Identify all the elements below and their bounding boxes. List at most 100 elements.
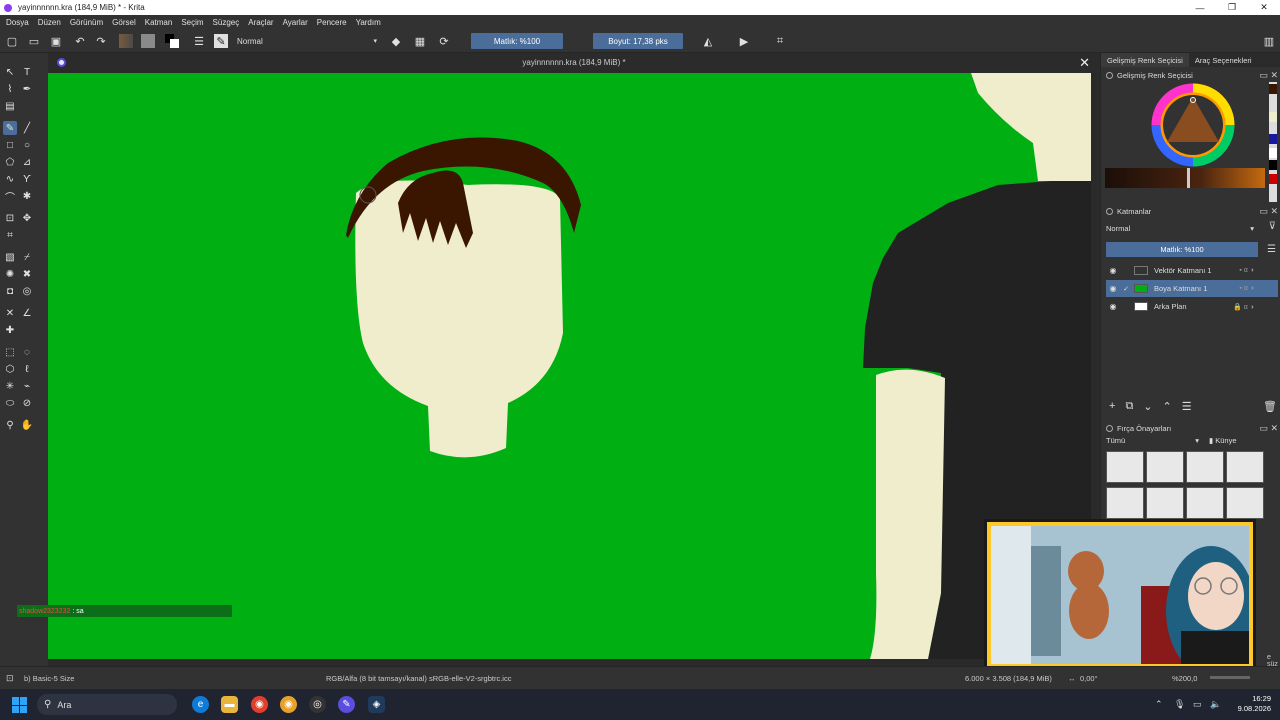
brush-settings-icon[interactable]: ☰ <box>192 34 206 48</box>
menu-settings[interactable]: Ayarlar <box>283 18 308 27</box>
pattern-swatch[interactable] <box>141 34 155 48</box>
select-shape-icon[interactable]: ↖ <box>3 65 17 79</box>
menu-edit[interactable]: Düzen <box>38 18 61 27</box>
rectangle-tool-icon[interactable]: □ <box>3 138 17 152</box>
zoom-slider[interactable] <box>1210 676 1250 679</box>
drawing-canvas[interactable] <box>48 73 1091 659</box>
panel-close-icon[interactable]: ▭ ✕ <box>1259 70 1278 81</box>
maximize-button[interactable]: ❐ <box>1216 0 1248 15</box>
delete-layer-icon[interactable]: 🗑 <box>1263 400 1277 414</box>
edge-browser-icon[interactable]: e <box>192 696 209 713</box>
bezier-tool-icon[interactable]: ∿ <box>3 172 17 186</box>
brush-preset[interactable] <box>1226 487 1264 519</box>
edit-shapes-icon[interactable]: ⌇ <box>3 82 17 96</box>
layer-row[interactable]: ◉ Vektör Katmanı 1 ▪ α ◑ <box>1106 262 1278 279</box>
tab-tool-options[interactable]: Araç Seçenekleri <box>1189 53 1258 67</box>
menu-window[interactable]: Pencere <box>317 18 347 27</box>
visual-studio-icon[interactable]: ◈ <box>368 696 385 713</box>
visibility-eye-icon[interactable]: ◉ <box>1106 302 1120 311</box>
panel-close-icon[interactable]: ▭ ✕ <box>1259 423 1278 434</box>
opacity-slider[interactable]: Matlık: %100 <box>471 33 563 49</box>
color-wheel[interactable] <box>1101 82 1280 202</box>
document-title[interactable]: yayinnnnnn.kra (184,9 MiB) * <box>48 58 1100 67</box>
crop-tool-icon[interactable]: ⌗ <box>3 228 17 242</box>
polyline-tool-icon[interactable]: ⊿ <box>20 155 34 169</box>
mirror-vertical-icon[interactable]: ▶ <box>737 34 751 48</box>
save-icon[interactable]: ▣ <box>49 34 63 48</box>
polygon-tool-icon[interactable]: ⬠ <box>3 155 17 169</box>
minimize-button[interactable]: — <box>1184 0 1216 15</box>
workspace-icon[interactable]: ▥ <box>1262 34 1276 48</box>
alpha-lock-icon[interactable]: ▦ <box>413 34 427 48</box>
menu-filter[interactable]: Süzgeç <box>213 18 240 27</box>
calligraphy-icon[interactable]: ✒ <box>20 82 34 96</box>
color-picker-icon[interactable]: ⌿ <box>20 250 34 264</box>
menu-help[interactable]: Yardım <box>356 18 381 27</box>
reference-tool-icon[interactable]: ✚ <box>3 323 17 337</box>
transform-tool-icon[interactable]: ⊡ <box>3 211 17 225</box>
brush-preset-icon[interactable]: ✎ <box>214 34 228 48</box>
krita-taskbar-icon[interactable]: ✎ <box>338 696 355 713</box>
undo-icon[interactable]: ↶ <box>73 34 87 48</box>
taskbar-clock[interactable]: 16:29 9.08.2026 <box>1238 694 1271 714</box>
eraser-icon[interactable]: ◆ <box>389 34 403 48</box>
line-tool-icon[interactable]: ╱ <box>20 121 34 135</box>
menu-select[interactable]: Seçim <box>181 18 203 27</box>
multibrush-icon[interactable]: ✱ <box>20 189 34 203</box>
polygon-select-icon[interactable]: ⬡ <box>3 362 17 376</box>
brush-preset[interactable] <box>1106 451 1144 483</box>
windows-start-icon[interactable] <box>12 697 28 713</box>
dynamic-brush-icon[interactable]: ⌒ <box>3 189 17 204</box>
gradient-swatch[interactable] <box>119 34 133 48</box>
brush-filter-select[interactable]: Tümü ▾ <box>1106 436 1201 449</box>
visibility-eye-icon[interactable]: ◉ <box>1106 266 1120 275</box>
redo-icon[interactable]: ↷ <box>94 34 108 48</box>
wrap-around-icon[interactable]: ⌗ <box>773 34 787 48</box>
taskbar-search[interactable]: ⚲ Ara <box>37 694 177 715</box>
measure-tool-icon[interactable]: ∠ <box>20 306 34 320</box>
brush-settings-small-icon[interactable]: ⊡ <box>6 673 14 684</box>
visibility-eye-icon[interactable]: ◉ <box>1106 284 1120 293</box>
filter-icon[interactable]: ⊽ <box>1269 221 1276 232</box>
horizontal-scrollbar[interactable] <box>48 659 1091 666</box>
obs-icon[interactable]: ◎ <box>309 696 326 713</box>
chrome-icon[interactable]: ◉ <box>251 696 268 713</box>
open-folder-icon[interactable]: ▭ <box>27 34 41 48</box>
menu-file[interactable]: Dosya <box>6 18 29 27</box>
layer-checkbox[interactable]: ✓ <box>1120 285 1132 293</box>
brush-preset[interactable] <box>1226 451 1264 483</box>
close-window-button[interactable]: ✕ <box>1248 0 1280 15</box>
magnetic-select-icon[interactable]: ⊘ <box>20 396 34 410</box>
tray-chevron-icon[interactable]: ⌃ <box>1155 699 1163 710</box>
rotation-icon[interactable]: ↔ <box>1068 674 1076 683</box>
close-document-icon[interactable]: ✕ <box>1079 55 1090 71</box>
colorize-mask-icon[interactable]: ✺ <box>3 267 17 281</box>
blend-mode-select[interactable]: Normal ▾ <box>234 33 380 49</box>
fg-bg-color-icon[interactable] <box>165 34 179 48</box>
brush-preset[interactable] <box>1186 487 1224 519</box>
fill-tool-icon[interactable]: ◘ <box>3 284 17 298</box>
lock-icon[interactable]: 🔒 α ◑ <box>1233 303 1254 311</box>
network-icon[interactable]: ▭ <box>1193 699 1202 710</box>
volume-icon[interactable]: 🔈 <box>1210 699 1221 710</box>
pan-tool-icon[interactable]: ✋ <box>20 418 34 432</box>
menu-tools[interactable]: Araçlar <box>248 18 273 27</box>
bezier-select-icon[interactable]: ⬭ <box>3 396 17 410</box>
move-up-icon[interactable]: ⌃ <box>1163 400 1172 414</box>
brush-preset[interactable] <box>1146 487 1184 519</box>
chrome-canary-icon[interactable]: ◉ <box>280 696 297 713</box>
layer-row[interactable]: ◉ ✓ Boya Katmanı 1 ▪ α ◑ <box>1106 280 1278 297</box>
menu-view[interactable]: Görünüm <box>70 18 103 27</box>
brush-tag-button[interactable]: ▮ Künye <box>1209 436 1269 449</box>
assistant-tool-icon[interactable]: ✕ <box>3 306 17 320</box>
rect-select-icon[interactable]: ⬚ <box>3 345 17 359</box>
add-layer-icon[interactable]: + <box>1109 400 1115 414</box>
zoom-value[interactable]: %200,0 <box>1172 674 1197 683</box>
layer-row[interactable]: ◉ Arka Plan 🔒 α ◑ <box>1106 298 1278 315</box>
move-tool-icon[interactable]: ✥ <box>20 211 34 225</box>
zoom-tool-icon[interactable]: ⚲ <box>3 418 17 432</box>
freehand-brush-icon[interactable]: ✎ <box>3 121 17 135</box>
layers-menu-icon[interactable]: ☰ <box>1267 244 1276 255</box>
panel-close-icon[interactable]: ▭ ✕ <box>1259 206 1278 217</box>
lock-icon[interactable]: ▪ α ◑ <box>1239 285 1254 292</box>
